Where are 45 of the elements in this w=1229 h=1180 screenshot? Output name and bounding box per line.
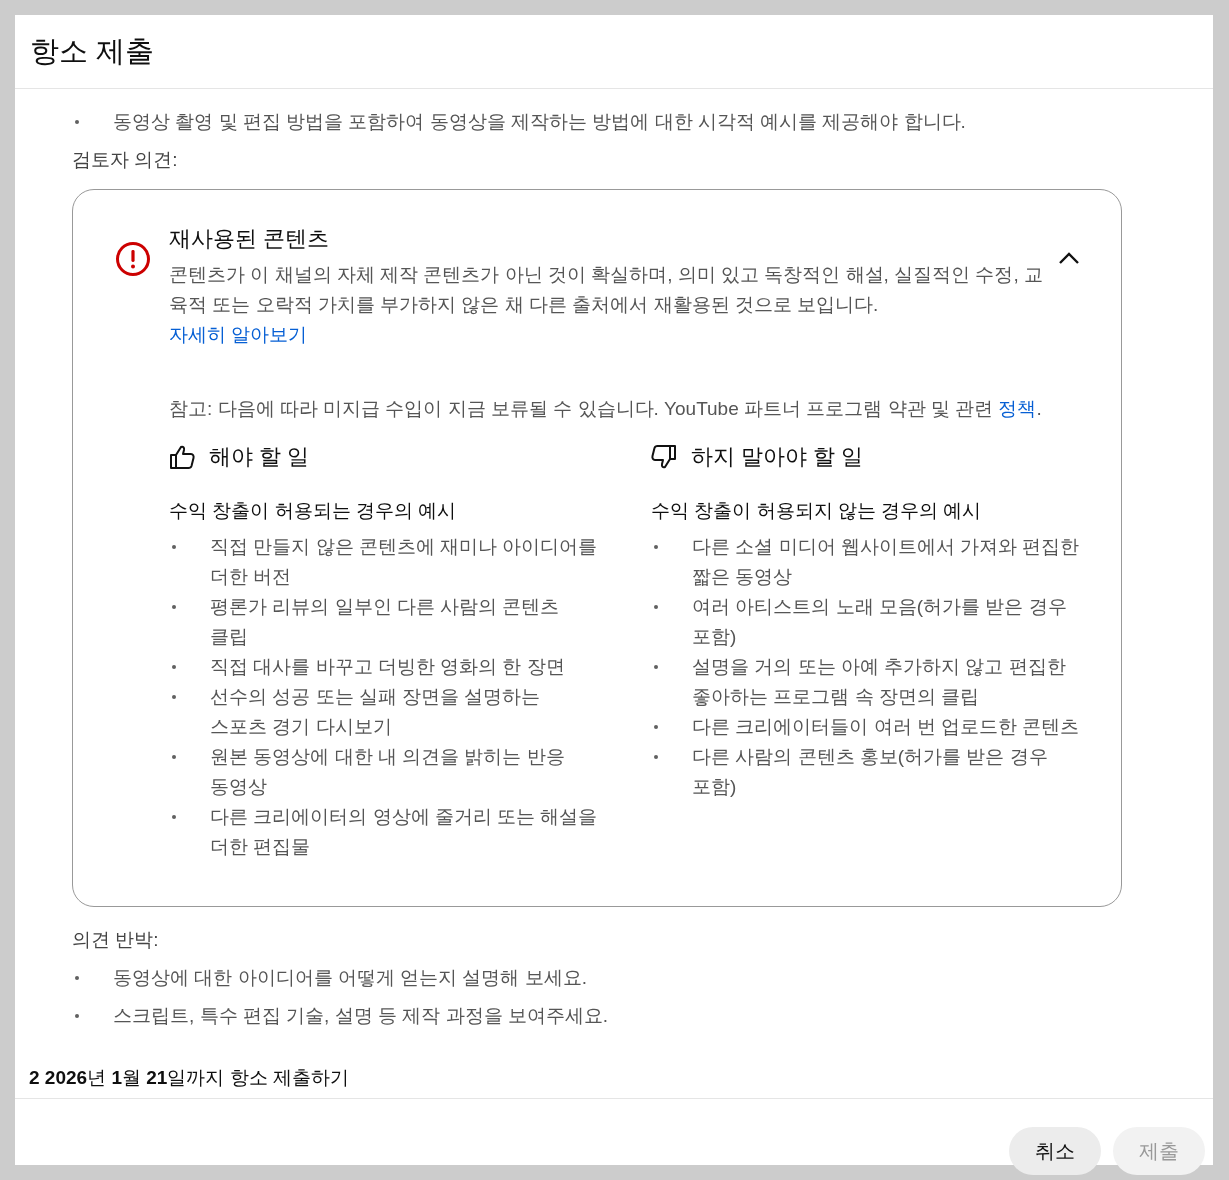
example-text: 선수의 성공 또는 실패 장면을 설명하는 스포츠 경기 다시보기 bbox=[210, 685, 542, 739]
error-icon bbox=[115, 241, 151, 277]
deadline-text: 2 2026년 1월 21일까지 항소 제출하기 bbox=[29, 1066, 350, 1090]
column-heading: 하지 말아야 할 일 bbox=[691, 443, 864, 471]
example-text: 원본 동영상에 대한 내 의견을 밝히는 반응 동영상 bbox=[210, 745, 566, 799]
policy-title: 재사용된 콘텐츠 bbox=[169, 225, 331, 253]
column-subheading: 수익 창출이 허용되는 경우의 예시 bbox=[169, 499, 458, 523]
rebuttal-label: 의견 반박: bbox=[72, 928, 160, 952]
guidance-text: 동영상 촬영 및 편집 방법을 포함하여 동영상을 제작하는 방법에 대한 시각적 예시를 제공해야 합니다. bbox=[113, 110, 966, 134]
bullet-icon bbox=[75, 1014, 79, 1018]
policy-description: 콘텐츠가 이 채널의 자체 제작 콘텐츠가 아닌 것이 확실하며, 의미 있고 독창적인 해설, 실질적인 수정, 교육적 또는 오락적 가치를 부가하지 않은 채 다른 출처에서 재활용된 것으로 보입니다. bbox=[169, 263, 1045, 317]
bullet-icon bbox=[654, 665, 658, 669]
bullet-icon bbox=[172, 665, 176, 669]
column-heading: 해야 할 일 bbox=[209, 443, 310, 471]
bullet-icon bbox=[654, 725, 658, 729]
example-text: 다른 크리에이터의 영상에 줄거리 또는 해설을 더한 편집물 bbox=[210, 805, 599, 859]
thumbs-up-icon bbox=[169, 444, 195, 470]
column-subheading: 수익 창출이 허용되지 않는 경우의 예시 bbox=[651, 499, 983, 523]
bullet-icon bbox=[75, 976, 79, 980]
rebuttal-text: 동영상에 대한 아이디어를 어떻게 얻는지 설명해 보세요. bbox=[113, 966, 587, 990]
example-text: 다른 크리에이터들이 여러 번 업로드한 콘텐츠 bbox=[692, 715, 1081, 739]
bullet-icon bbox=[172, 545, 176, 549]
bullet-icon bbox=[172, 605, 176, 609]
example-text: 여러 아티스트의 노래 모음(허가를 받은 경우 포함) bbox=[692, 595, 1068, 649]
example-text: 설명을 거의 또는 아예 추가하지 않고 편집한 좋아하는 프로그램 속 장면의 클립 bbox=[692, 655, 1067, 709]
cancel-button[interactable]: 취소 bbox=[1009, 1127, 1101, 1175]
bullet-icon bbox=[654, 755, 658, 759]
note-text: 참고: 다음에 따라 미지급 수입이 지금 보류될 수 있습니다. YouTube 파트너 프로그램 약관 및 관련 정책. bbox=[169, 397, 1043, 421]
rebuttal-text: 스크립트, 특수 편집 기술, 설명 등 제작 과정을 보여주세요. bbox=[113, 1004, 609, 1028]
bullet-icon bbox=[172, 755, 176, 759]
thumbs-down-icon bbox=[651, 444, 677, 470]
learn-more-link[interactable]: 자세히 알아보기 bbox=[169, 324, 308, 345]
bullet-icon bbox=[654, 605, 658, 609]
example-text: 평론가 리뷰의 일부인 다른 사람의 콘텐츠 클립 bbox=[210, 595, 561, 649]
example-text: 직접 대사를 바꾸고 더빙한 영화의 한 장면 bbox=[210, 655, 566, 679]
bullet-icon bbox=[172, 695, 176, 699]
bullet-icon bbox=[172, 815, 176, 819]
bullet-icon bbox=[654, 545, 658, 549]
example-text: 다른 사람의 콘텐츠 홍보(허가를 받은 경우 포함) bbox=[692, 745, 1049, 799]
example-text: 직접 만들지 않은 콘텐츠에 재미나 아이디어를 더한 버전 bbox=[210, 535, 599, 589]
example-text: 다른 소셜 미디어 웹사이트에서 가져와 편집한 짧은 동영상 bbox=[692, 535, 1081, 589]
bullet-icon bbox=[75, 120, 79, 124]
reviewer-label: 검토자 의견: bbox=[72, 148, 179, 172]
policy-link[interactable]: 정책 bbox=[998, 398, 1037, 419]
dialog-title: 항소 제출 bbox=[30, 33, 155, 69]
